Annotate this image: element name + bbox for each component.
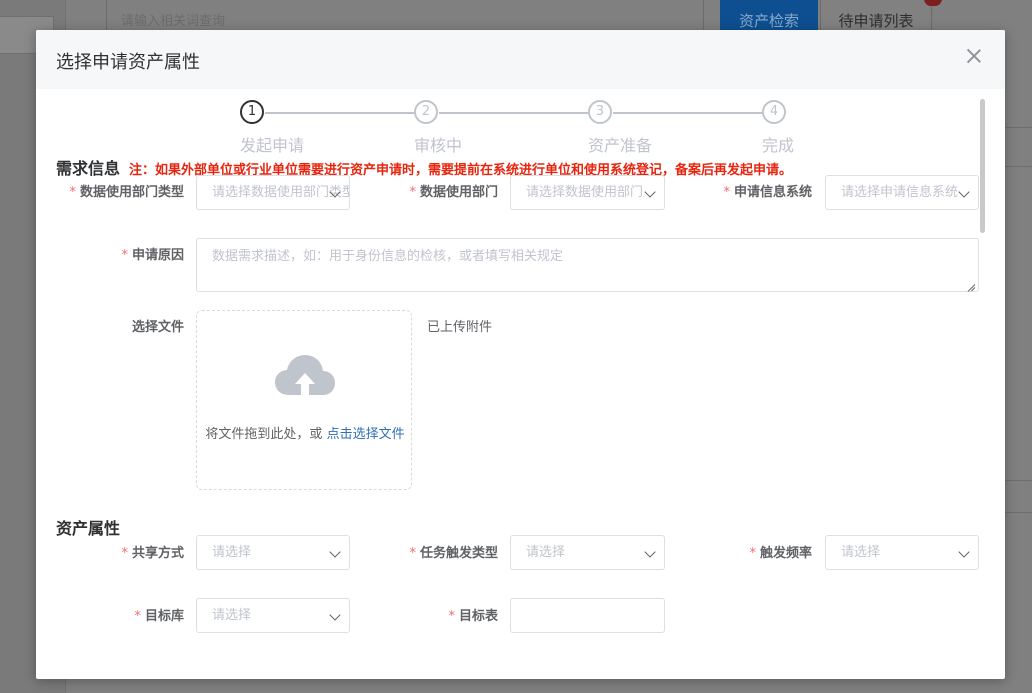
trigger-frequency-label: * 触发频率 xyxy=(749,546,812,561)
system-select[interactable]: 请选择申请信息系统 xyxy=(825,175,979,210)
dept-select[interactable]: 请选择数据使用部门 xyxy=(510,175,665,210)
share-select[interactable]: 请选择 xyxy=(196,535,350,570)
trigger-type-select[interactable]: 请选择 xyxy=(510,535,665,570)
vertical-scrollbar[interactable] xyxy=(980,99,985,233)
required-mark: * xyxy=(448,609,455,624)
step-1: 1 发起申请 xyxy=(240,100,380,155)
step-3: 3 资产准备 xyxy=(588,100,728,155)
uploaded-attachments-label: 已上传附件 xyxy=(427,320,493,335)
required-mark: * xyxy=(723,185,730,200)
requirements-section-title: 需求信息 xyxy=(56,159,121,178)
background-divider xyxy=(1005,512,1032,513)
background-divider xyxy=(1005,480,1032,481)
required-mark: * xyxy=(121,248,128,263)
chevron-down-icon xyxy=(329,546,341,558)
reason-label: * 申请原因 xyxy=(121,248,184,263)
required-mark: * xyxy=(69,185,76,200)
step-3-icon: 3 xyxy=(588,100,612,124)
dialog-header: 选择申请资产属性 xyxy=(36,30,1005,89)
system-label: * 申请信息系统 xyxy=(723,185,812,200)
chevron-down-icon xyxy=(958,546,970,558)
close-icon[interactable] xyxy=(965,47,983,65)
system-placeholder: 请选择申请信息系统 xyxy=(841,185,959,200)
trigger-type-placeholder: 请选择 xyxy=(526,545,566,560)
dept-label: * 数据使用部门 xyxy=(409,185,498,200)
required-mark: * xyxy=(121,546,128,561)
dept-placeholder: 请选择数据使用部门 xyxy=(526,185,644,200)
step-2-icon: 2 xyxy=(414,100,438,124)
reason-textarea[interactable]: 数据需求描述，如：用于身份信息的检核，或者填写相关规定 xyxy=(196,238,979,292)
dept-type-select[interactable]: 请选择数据使用部门类型 xyxy=(196,175,350,210)
step-4-icon: 4 xyxy=(762,100,786,124)
share-placeholder: 请选择 xyxy=(212,545,252,560)
trigger-type-label: * 任务触发类型 xyxy=(409,546,498,561)
resize-handle-icon[interactable] xyxy=(966,279,976,289)
required-mark: * xyxy=(409,546,416,561)
background-search-input[interactable]: 请输入相关词查询 xyxy=(106,0,704,34)
step-4-title: 完成 xyxy=(762,136,795,155)
chevron-down-icon xyxy=(329,609,341,621)
share-label: * 共享方式 xyxy=(121,546,184,561)
step-1-title: 发起申请 xyxy=(240,136,305,155)
upload-cloud-icon xyxy=(275,355,335,395)
step-2: 2 审核中 xyxy=(414,100,554,155)
asset-section-title: 资产属性 xyxy=(56,519,121,538)
target-db-select[interactable]: 请选择 xyxy=(196,598,350,633)
chevron-down-icon xyxy=(644,546,656,558)
file-upload-dropzone[interactable]: 将文件拖到此处，或 点击选择文件 xyxy=(196,310,412,490)
dept-type-label: * 数据使用部门类型 xyxy=(69,185,184,200)
upload-hint: 将文件拖到此处，或 点击选择文件 xyxy=(197,423,413,442)
step-3-title: 资产准备 xyxy=(588,136,653,155)
chevron-down-icon xyxy=(958,186,970,198)
select-file-link[interactable]: 点击选择文件 xyxy=(327,427,405,442)
target-db-label: * 目标库 xyxy=(134,609,184,624)
background-asset-search-button[interactable]: 资产检索 xyxy=(720,0,818,34)
trigger-frequency-select[interactable]: 请选择 xyxy=(825,535,979,570)
reason-placeholder: 数据需求描述，如：用于身份信息的检核，或者填写相关规定 xyxy=(212,249,564,264)
chevron-down-icon xyxy=(644,186,656,198)
background-pending-list-button[interactable]: 待申请列表 xyxy=(820,0,932,34)
target-db-placeholder: 请选择 xyxy=(212,608,252,623)
required-mark: * xyxy=(134,609,141,624)
target-table-input[interactable] xyxy=(510,598,665,633)
background-divider xyxy=(1005,127,1032,128)
apply-asset-dialog: 选择申请资产属性 1 发起申请 2 审核中 3 资产准备 4 完成 需求信息 注… xyxy=(36,30,1005,679)
step-4: 4 完成 xyxy=(762,100,902,155)
step-1-icon: 1 xyxy=(240,100,264,124)
target-table-label: * 目标表 xyxy=(448,609,498,624)
required-mark: * xyxy=(409,185,416,200)
file-label: 选择文件 xyxy=(131,320,184,335)
dialog-body: 1 发起申请 2 审核中 3 资产准备 4 完成 需求信息 注：如果外部单位或行… xyxy=(36,89,1005,679)
trigger-frequency-placeholder: 请选择 xyxy=(841,545,881,560)
background-divider xyxy=(1005,166,1032,167)
step-2-title: 审核中 xyxy=(414,136,463,155)
dialog-title: 选择申请资产属性 xyxy=(56,52,200,73)
upload-hint-text: 将文件拖到此处，或 xyxy=(205,427,323,442)
required-mark: * xyxy=(749,546,756,561)
